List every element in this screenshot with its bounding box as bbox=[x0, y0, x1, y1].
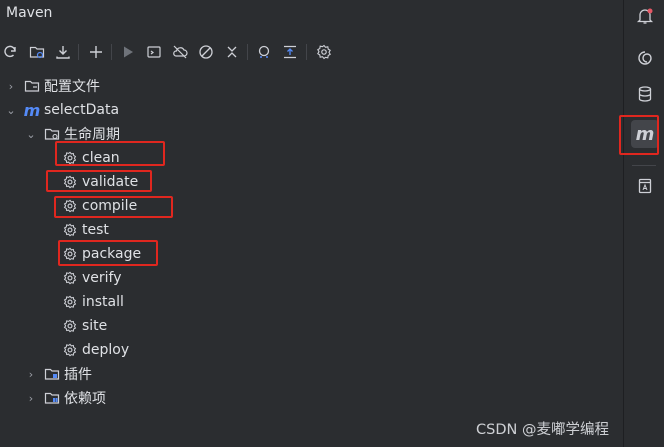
highlight-box-maven-tool bbox=[619, 115, 659, 155]
run-icon[interactable] bbox=[118, 42, 138, 62]
execute-goal-icon[interactable] bbox=[144, 42, 164, 62]
phase-install[interactable]: install bbox=[62, 290, 124, 314]
highlight-box-clean bbox=[55, 141, 165, 166]
expand-all-icon[interactable] bbox=[280, 42, 300, 62]
settings-icon[interactable] bbox=[314, 42, 334, 62]
phase-test[interactable]: test bbox=[62, 218, 109, 242]
tree-item-dependencies[interactable]: › 依赖项 bbox=[24, 386, 106, 410]
bookmark-icon[interactable] bbox=[631, 172, 659, 200]
gear-icon bbox=[62, 318, 78, 334]
phase-label: test bbox=[82, 222, 109, 238]
tree-item-config[interactable]: › 配置文件 bbox=[4, 74, 100, 98]
reload-folder-icon[interactable] bbox=[27, 42, 47, 62]
gear-icon bbox=[62, 294, 78, 310]
notifications-bell-icon[interactable] bbox=[631, 2, 659, 30]
lifecycle-folder-icon bbox=[44, 126, 60, 142]
tree-item-plugins[interactable]: › 插件 bbox=[24, 362, 92, 386]
phase-verify[interactable]: verify bbox=[62, 266, 122, 290]
tree-label: 依赖项 bbox=[64, 391, 106, 407]
panel-title: Maven bbox=[6, 5, 53, 21]
gear-icon bbox=[62, 222, 78, 238]
tree-label: selectData bbox=[44, 102, 120, 118]
highlight-box-package bbox=[58, 240, 158, 266]
collapse-icon[interactable] bbox=[222, 42, 242, 62]
right-tool-sidebar: m bbox=[619, 0, 664, 447]
chevron-right-icon[interactable]: › bbox=[24, 392, 38, 405]
phase-site[interactable]: site bbox=[62, 314, 107, 338]
gear-icon bbox=[62, 270, 78, 286]
maven-panel: Maven › 配置文件 ⌄ m selectData ⌄ 生命周期 clean… bbox=[0, 0, 623, 447]
tree-label: 配置文件 bbox=[44, 79, 100, 95]
tree-item-project[interactable]: ⌄ m selectData bbox=[4, 98, 119, 122]
reload-icon[interactable] bbox=[0, 42, 20, 62]
highlight-box-validate bbox=[46, 170, 152, 192]
phase-deploy[interactable]: deploy bbox=[62, 338, 129, 362]
database-icon[interactable] bbox=[631, 80, 659, 108]
chevron-down-icon[interactable]: ⌄ bbox=[4, 104, 18, 117]
phase-label: deploy bbox=[82, 342, 130, 358]
maven-toolbar bbox=[0, 38, 623, 66]
watermark: CSDN @麦嘟学编程 bbox=[476, 422, 609, 438]
add-icon[interactable] bbox=[86, 42, 106, 62]
phase-label: install bbox=[82, 294, 124, 310]
tree-label: 插件 bbox=[64, 367, 92, 383]
chevron-down-icon[interactable]: ⌄ bbox=[24, 128, 38, 141]
phase-label: verify bbox=[82, 270, 122, 286]
skip-tests-icon[interactable] bbox=[196, 42, 216, 62]
config-folder-icon bbox=[24, 78, 40, 94]
offline-icon[interactable] bbox=[170, 42, 190, 62]
download-icon[interactable] bbox=[53, 42, 73, 62]
phase-label: site bbox=[82, 318, 108, 334]
gear-icon bbox=[62, 342, 78, 358]
ai-assistant-icon[interactable] bbox=[631, 44, 659, 72]
chevron-right-icon[interactable]: › bbox=[24, 368, 38, 381]
plugins-folder-icon bbox=[44, 366, 60, 382]
show-dependencies-icon[interactable] bbox=[254, 42, 274, 62]
highlight-box-compile bbox=[54, 196, 173, 218]
chevron-right-icon[interactable]: › bbox=[4, 80, 18, 93]
dependencies-folder-icon bbox=[44, 390, 60, 406]
maven-project-icon: m bbox=[23, 100, 41, 120]
